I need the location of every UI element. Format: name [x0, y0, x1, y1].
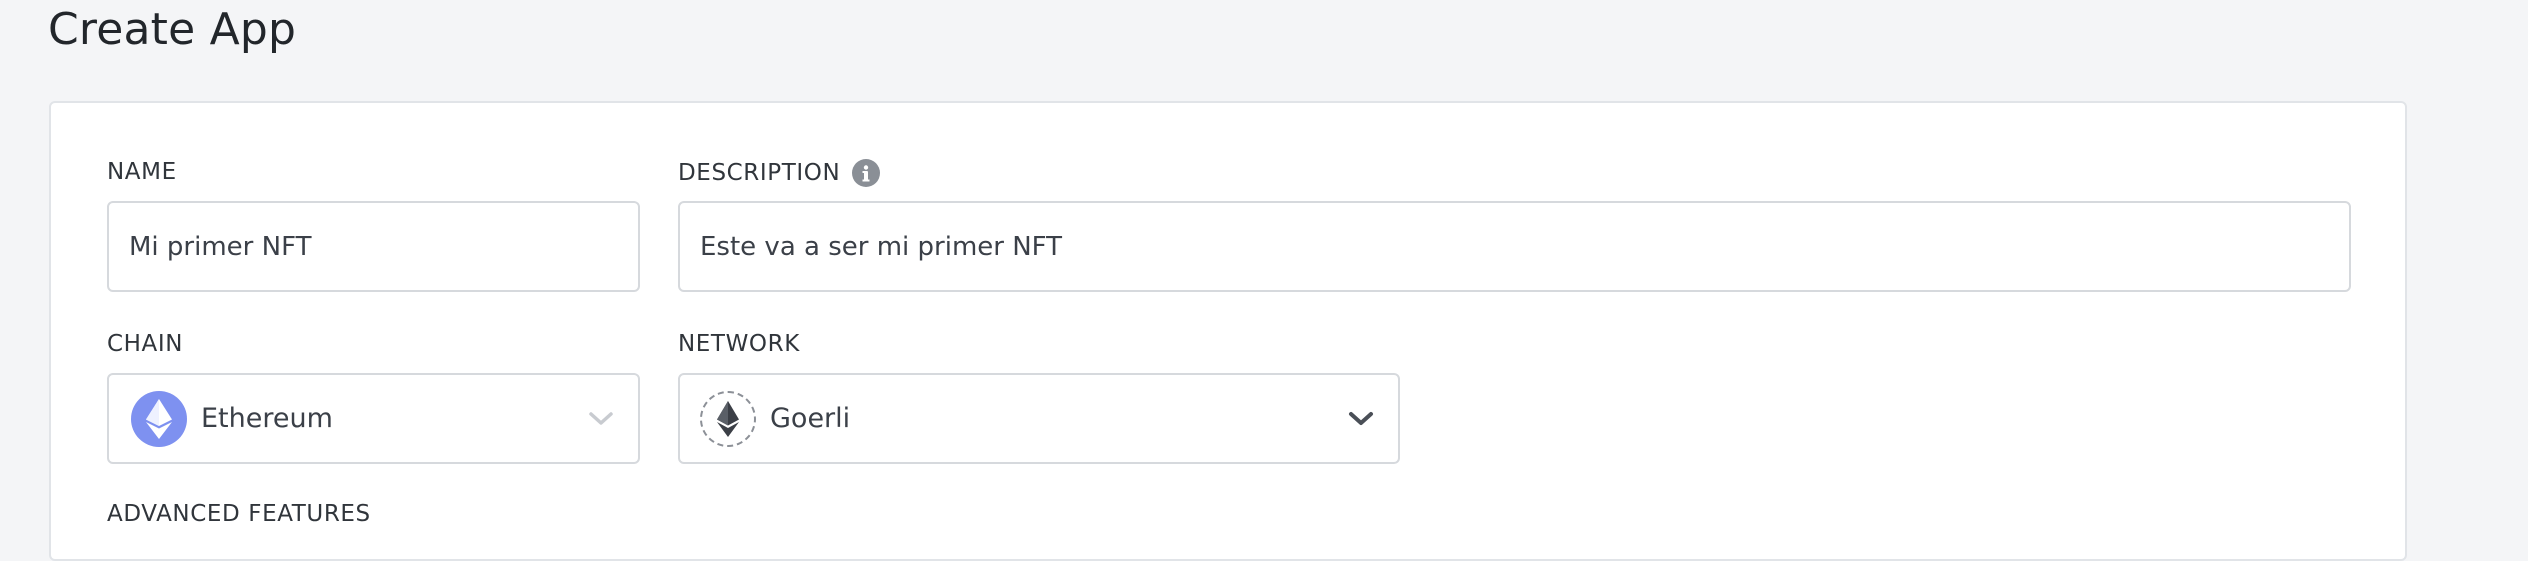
network-selected-value: Goerli: [770, 403, 851, 434]
chain-selected-value: Ethereum: [201, 403, 333, 434]
info-icon[interactable]: [852, 159, 881, 187]
ethereum-icon: [131, 390, 187, 447]
advanced-features-label: ADVANCED FEATURES: [107, 501, 371, 527]
name-input[interactable]: [109, 203, 638, 290]
description-label-text: DESCRIPTION: [678, 160, 841, 186]
description-label: DESCRIPTION: [678, 159, 881, 187]
advanced-features-label-text: ADVANCED FEATURES: [107, 501, 371, 527]
network-ethereum-icon: [700, 390, 756, 447]
name-label-text: NAME: [107, 159, 177, 185]
chain-label: CHAIN: [107, 331, 183, 357]
network-select[interactable]: Goerli: [678, 373, 1400, 464]
page-title: Create App: [48, 4, 297, 55]
name-field[interactable]: [107, 201, 640, 292]
create-app-card: NAME DESCRIPTION CHAIN Ethere: [49, 101, 2407, 561]
chevron-down-icon: [588, 411, 614, 427]
network-label-text: NETWORK: [678, 331, 800, 357]
name-label: NAME: [107, 159, 177, 185]
description-input[interactable]: [680, 203, 2349, 290]
chain-select[interactable]: Ethereum: [107, 373, 640, 464]
chevron-down-icon: [1348, 411, 1374, 427]
network-label: NETWORK: [678, 331, 800, 357]
chain-label-text: CHAIN: [107, 331, 184, 357]
description-field[interactable]: [678, 201, 2351, 292]
